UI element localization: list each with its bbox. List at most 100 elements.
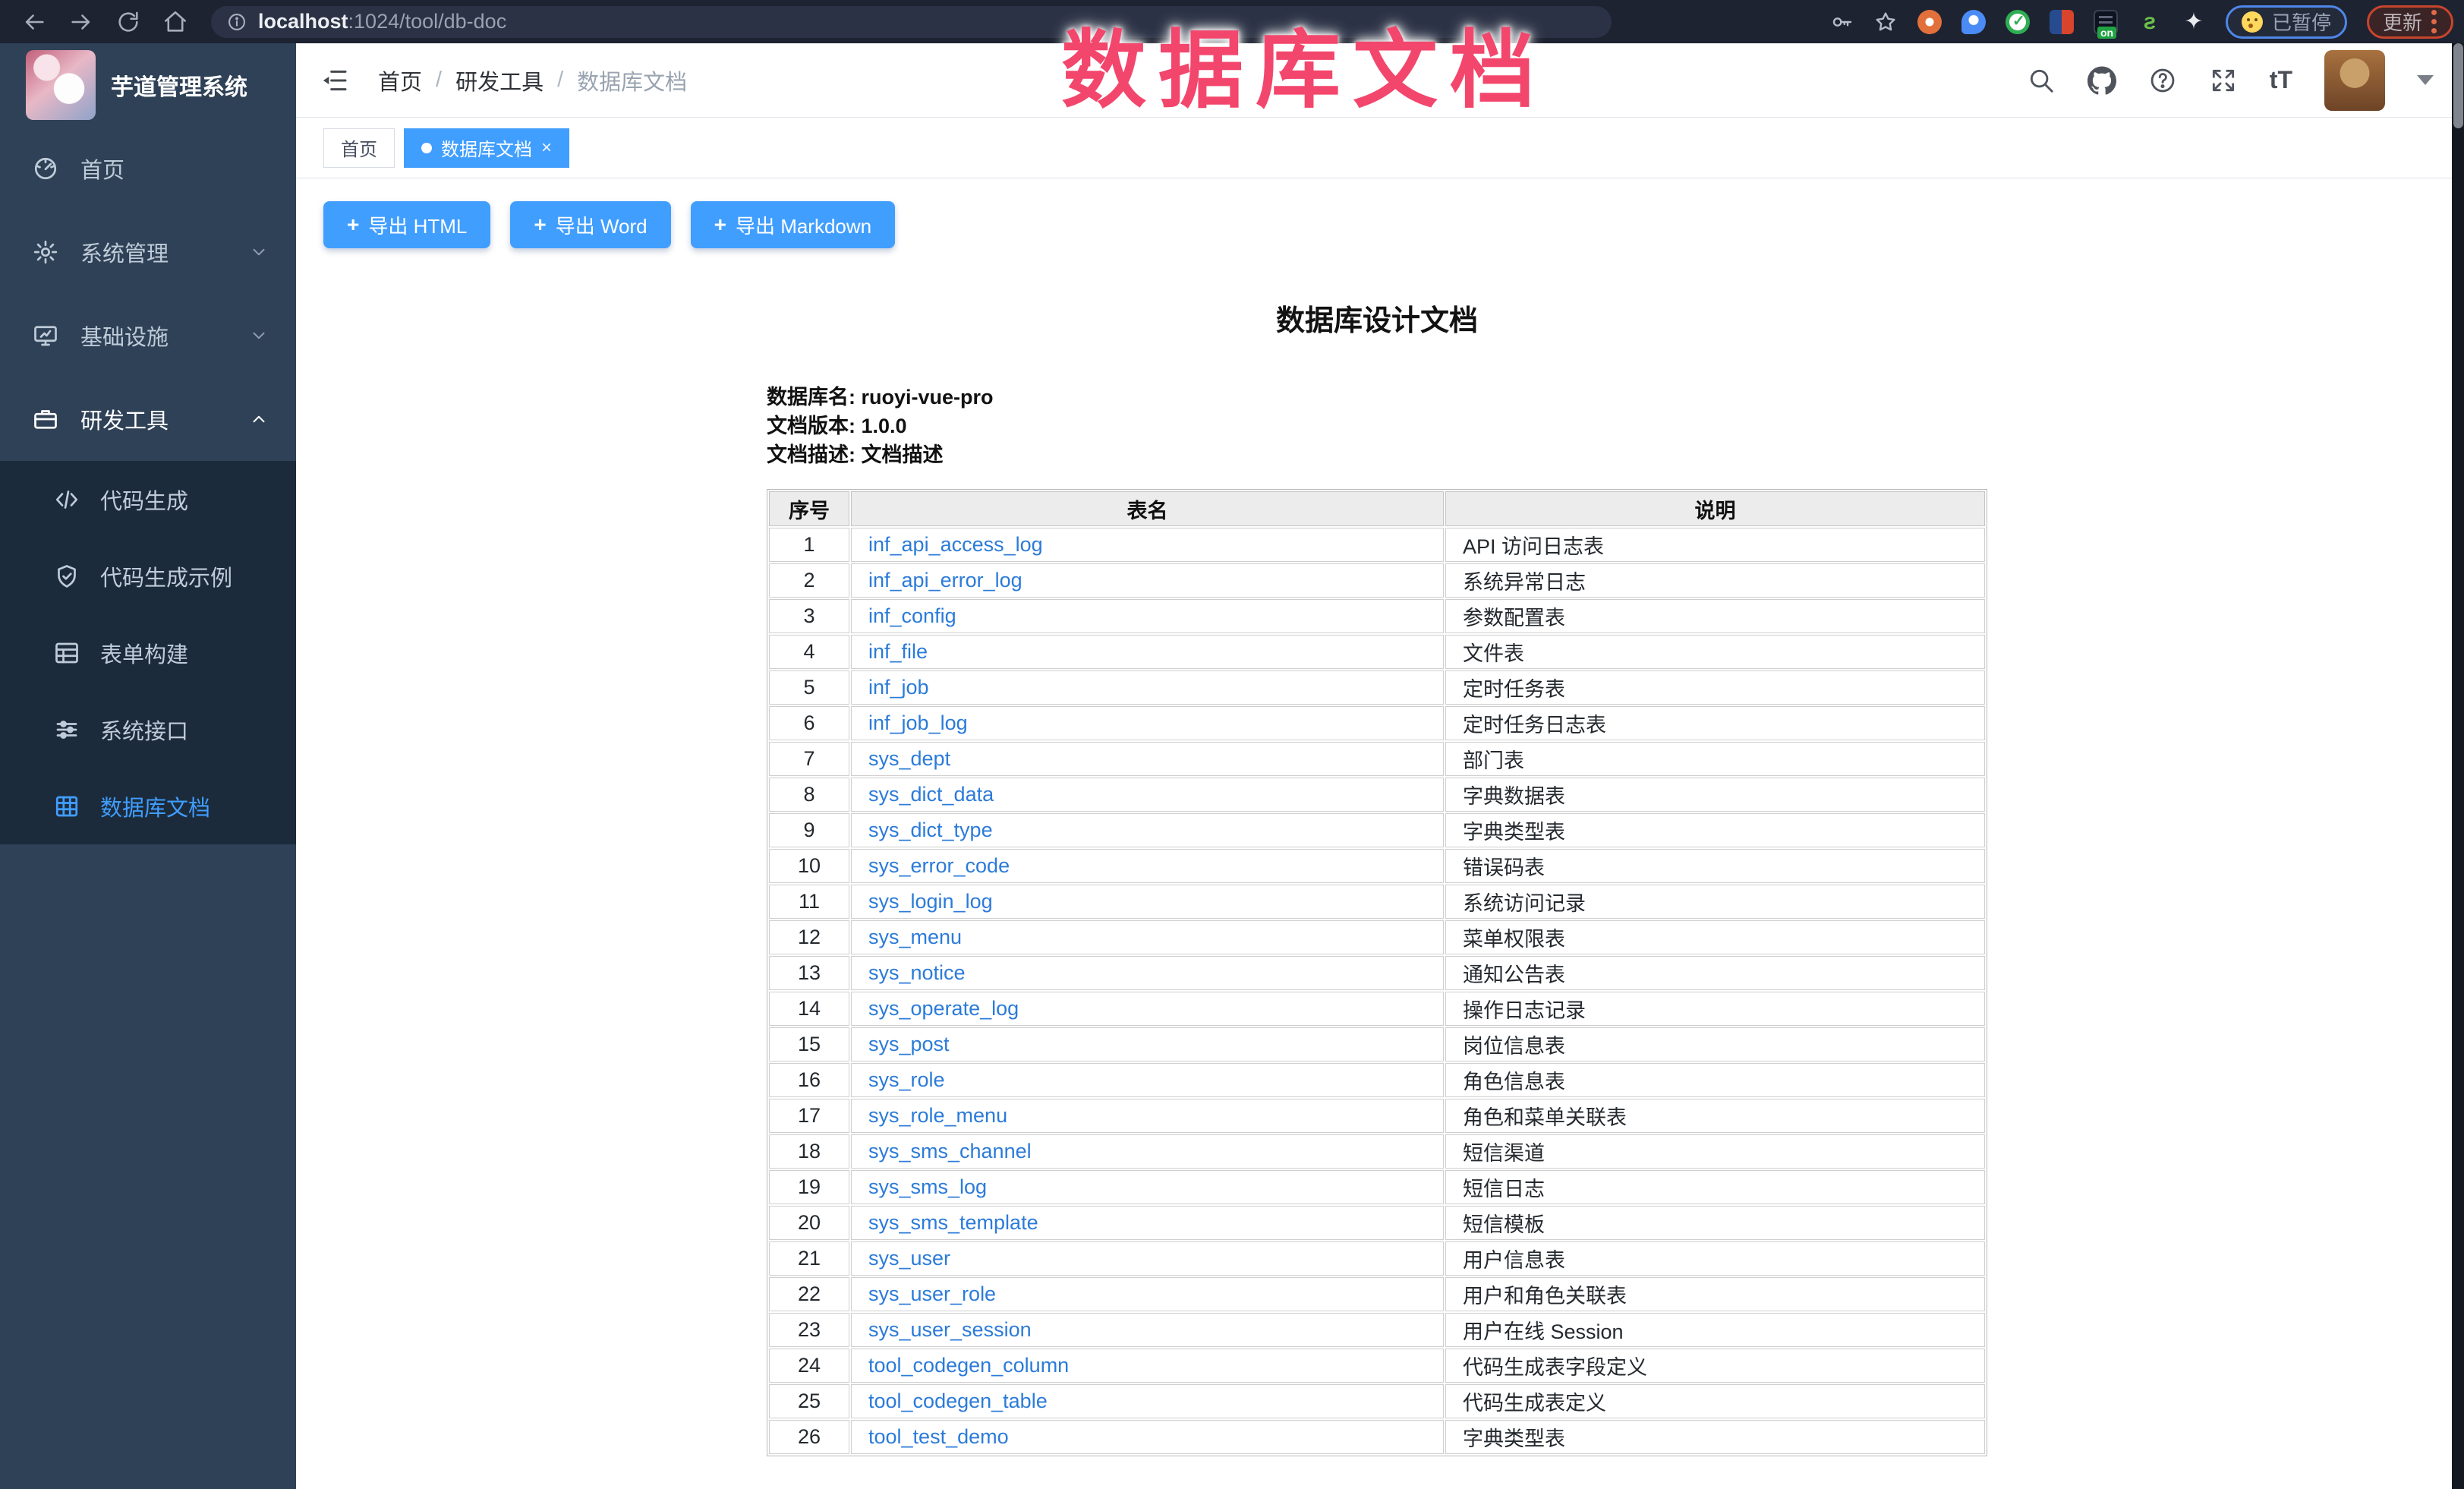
table-link[interactable]: sys_user	[868, 1247, 950, 1270]
table-link[interactable]: inf_config	[868, 604, 956, 627]
forward-icon[interactable]	[68, 9, 94, 35]
table-link[interactable]: sys_role_menu	[868, 1104, 1007, 1127]
table-link[interactable]: sys_operate_log	[868, 997, 1019, 1020]
row-description: 字典类型表	[1445, 1420, 1985, 1454]
app-logo-row[interactable]: 芋道管理系统	[0, 43, 296, 127]
sidebar-item-codegen[interactable]: 代码生成	[0, 461, 296, 538]
back-icon[interactable]	[21, 9, 47, 35]
row-index: 20	[769, 1206, 849, 1240]
extension-pin-icon[interactable]	[1961, 10, 1986, 34]
table-link[interactable]: inf_job	[868, 676, 929, 699]
home-icon[interactable]	[162, 9, 188, 35]
table-link[interactable]: sys_dept	[868, 747, 950, 770]
table-link[interactable]: sys_role	[868, 1068, 945, 1091]
row-index: 23	[769, 1313, 849, 1347]
table-link[interactable]: tool_codegen_table	[868, 1390, 1048, 1412]
sidebar-item-codegen-demo[interactable]: 代码生成示例	[0, 538, 296, 614]
tags-view-bar: 首页数据库文档×	[296, 118, 2464, 178]
tag-item[interactable]: 首页	[323, 128, 395, 168]
address-bar[interactable]: localhost:1024/tool/db-doc	[211, 6, 1612, 38]
row-description: 角色和菜单关联表	[1445, 1099, 1985, 1133]
table-link[interactable]: sys_post	[868, 1033, 950, 1055]
row-index: 16	[769, 1063, 849, 1097]
table-link[interactable]: sys_dict_data	[868, 783, 994, 806]
sidebar: 芋道管理系统 首页系统管理基础设施研发工具代码生成代码生成示例表单构建系统接口数…	[0, 43, 296, 1489]
table-link[interactable]: sys_user_session	[868, 1318, 1032, 1341]
extension-grid-icon[interactable]	[2050, 10, 2074, 34]
table-link[interactable]: sys_sms_template	[868, 1211, 1038, 1234]
browser-update-button[interactable]: 更新	[2367, 5, 2453, 39]
table-link[interactable]: sys_dict_type	[868, 819, 993, 841]
sidebar-item-label: 代码生成	[100, 484, 188, 516]
font-size-icon[interactable]: tT	[2270, 66, 2292, 94]
table-row: 23sys_user_session用户在线 Session	[769, 1313, 1985, 1347]
reload-icon[interactable]	[115, 9, 141, 35]
browser-menu-icon[interactable]	[2431, 10, 2437, 33]
search-icon[interactable]	[2027, 66, 2056, 95]
paused-extension-badge[interactable]: 已暂停	[2226, 5, 2347, 39]
sidebar-item-form-build[interactable]: 表单构建	[0, 614, 296, 691]
sidebar-item-system[interactable]: 系统管理	[0, 210, 296, 294]
table-link[interactable]: inf_file	[868, 640, 928, 663]
extension-check-icon[interactable]	[2006, 10, 2030, 34]
row-index: 25	[769, 1384, 849, 1418]
table-link[interactable]: inf_api_access_log	[868, 533, 1043, 556]
row-description: API 访问日志表	[1445, 528, 1985, 562]
export-button-1[interactable]: +导出 Word	[510, 201, 670, 248]
table-link[interactable]: tool_codegen_column	[868, 1354, 1069, 1377]
bookmark-star-icon[interactable]	[1873, 10, 1898, 34]
table-link[interactable]: tool_test_demo	[868, 1425, 1009, 1448]
table-link[interactable]: inf_api_error_log	[868, 569, 1022, 591]
table-row: 12sys_menu菜单权限表	[769, 920, 1985, 954]
breadcrumb-item[interactable]: 研发工具	[455, 65, 544, 96]
extension-sprout-icon[interactable]: ƨ	[2138, 10, 2162, 34]
sidebar-item-db-doc[interactable]: 数据库文档	[0, 768, 296, 844]
table-link[interactable]: sys_login_log	[868, 890, 993, 913]
export-toolbar: +导出 HTML +导出 Word +导出 Markdown	[323, 201, 2464, 248]
info-icon[interactable]	[226, 11, 247, 33]
help-icon[interactable]	[2148, 66, 2177, 95]
sidebar-menu: 首页系统管理基础设施研发工具代码生成代码生成示例表单构建系统接口数据库文档	[0, 127, 296, 844]
extension-stack-icon[interactable]: on	[2094, 10, 2118, 34]
table-link[interactable]: sys_sms_channel	[868, 1140, 1032, 1162]
row-description: 岗位信息表	[1445, 1027, 1985, 1062]
key-icon[interactable]	[1829, 10, 1854, 34]
export-button-0[interactable]: +导出 HTML	[323, 201, 490, 248]
table-row: 19sys_sms_log短信日志	[769, 1170, 1985, 1204]
row-index: 8	[769, 778, 849, 812]
table-link[interactable]: sys_user_role	[868, 1282, 996, 1305]
sidebar-item-infra[interactable]: 基础设施	[0, 294, 296, 377]
sidebar-item-devtools[interactable]: 研发工具	[0, 377, 296, 461]
row-index: 14	[769, 992, 849, 1026]
export-button-2[interactable]: +导出 Markdown	[691, 201, 896, 248]
breadcrumb-item: 数据库文档	[577, 65, 687, 96]
table-link[interactable]: sys_error_code	[868, 854, 1010, 877]
row-index: 22	[769, 1277, 849, 1311]
page-scrollbar[interactable]	[2452, 43, 2464, 1489]
table-link[interactable]: sys_menu	[868, 926, 962, 948]
user-avatar[interactable]	[2324, 50, 2385, 111]
breadcrumb-item[interactable]: 首页	[378, 65, 422, 96]
github-icon[interactable]	[2087, 66, 2116, 95]
shield-check-icon	[53, 563, 80, 590]
sidebar-item-api[interactable]: 系统接口	[0, 691, 296, 768]
table-row: 7sys_dept部门表	[769, 742, 1985, 776]
table-link[interactable]: inf_job_log	[868, 711, 968, 734]
extension-orange-icon[interactable]	[1917, 10, 1942, 34]
sidebar-item-label: 研发工具	[80, 403, 169, 435]
chevron-down-icon[interactable]	[2417, 75, 2434, 85]
row-index: 24	[769, 1349, 849, 1383]
tag-active[interactable]: 数据库文档×	[404, 128, 569, 168]
app-logo-rabbit	[26, 50, 96, 120]
tag-close-icon[interactable]: ×	[541, 139, 552, 157]
sidebar-fold-icon[interactable]	[319, 65, 349, 96]
table-link[interactable]: sys_sms_log	[868, 1175, 987, 1198]
sidebar-item-home[interactable]: 首页	[0, 127, 296, 210]
sidebar-item-label: 系统接口	[100, 714, 188, 746]
table-link[interactable]: sys_notice	[868, 961, 966, 984]
fullscreen-icon[interactable]	[2209, 66, 2238, 95]
table-row: 26tool_test_demo字典类型表	[769, 1420, 1985, 1454]
scrollbar-thumb[interactable]	[2453, 43, 2463, 128]
doc-meta-line: 数据库名: ruoyi-vue-pro	[767, 383, 1987, 412]
extension-puzzle-icon[interactable]: ✦	[2182, 10, 2206, 34]
